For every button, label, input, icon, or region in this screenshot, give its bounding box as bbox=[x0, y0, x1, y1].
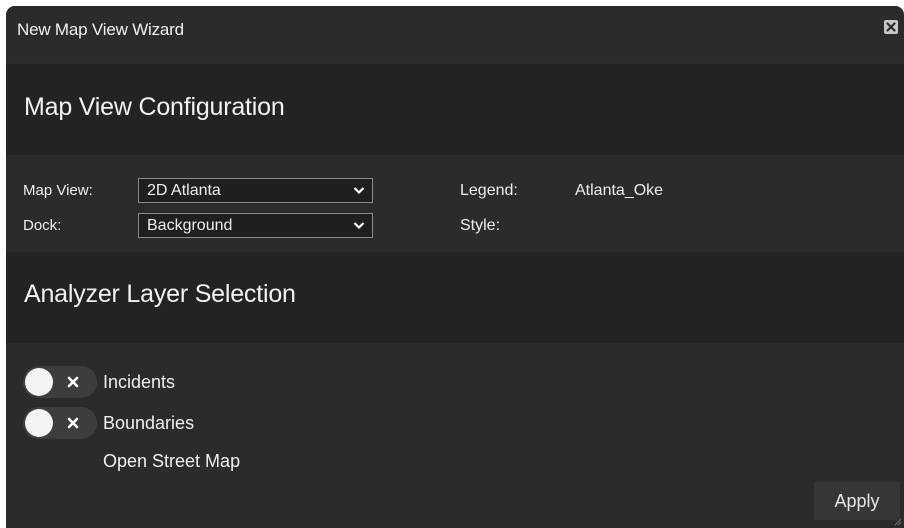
layer-label-incidents: Incidents bbox=[103, 372, 176, 392]
title-bar[interactable]: New Map View Wizard bbox=[6, 6, 904, 58]
map-view-select[interactable]: 2D Atlanta bbox=[138, 178, 373, 203]
section-heading: Map View Configuration bbox=[24, 93, 285, 121]
style-label: Style: bbox=[460, 217, 501, 234]
map-view-label: Map View: bbox=[23, 182, 93, 199]
resize-grip-icon[interactable] bbox=[892, 516, 902, 526]
analyzer-layer-selection-header: Analyzer Layer Selection bbox=[6, 252, 904, 343]
legend-label: Legend: bbox=[460, 182, 518, 199]
x-icon bbox=[67, 376, 79, 388]
section-heading: Analyzer Layer Selection bbox=[24, 280, 296, 308]
dock-selected-value: Background bbox=[147, 217, 233, 234]
map-view-selected-value: 2D Atlanta bbox=[147, 182, 221, 199]
close-icon bbox=[886, 22, 896, 32]
boundaries-toggle[interactable] bbox=[23, 407, 97, 439]
dialog-title: New Map View Wizard bbox=[17, 20, 184, 39]
x-icon bbox=[67, 417, 79, 429]
layer-label-open-street-map: Open Street Map bbox=[103, 451, 241, 471]
map-view-configuration-header: Map View Configuration bbox=[6, 64, 904, 155]
legend-value: Atlanta_Oke bbox=[575, 182, 664, 199]
dock-select[interactable]: Background bbox=[138, 213, 373, 238]
incidents-toggle[interactable] bbox=[23, 366, 97, 398]
configuration-form: Map View: 2D Atlanta Dock: Background Le… bbox=[6, 155, 904, 252]
close-button[interactable] bbox=[884, 20, 898, 34]
chevron-down-icon bbox=[353, 222, 365, 230]
toggle-knob bbox=[25, 368, 53, 396]
layer-list: Incidents Boundaries Open Street Map bbox=[6, 343, 904, 528]
dock-label: Dock: bbox=[23, 217, 62, 234]
layer-label-boundaries: Boundaries bbox=[103, 413, 195, 433]
wizard-dialog: New Map View Wizard Map View Configurati… bbox=[6, 6, 904, 528]
chevron-down-icon bbox=[353, 187, 365, 195]
toggle-knob bbox=[25, 409, 53, 437]
apply-button[interactable]: Apply bbox=[814, 482, 900, 520]
